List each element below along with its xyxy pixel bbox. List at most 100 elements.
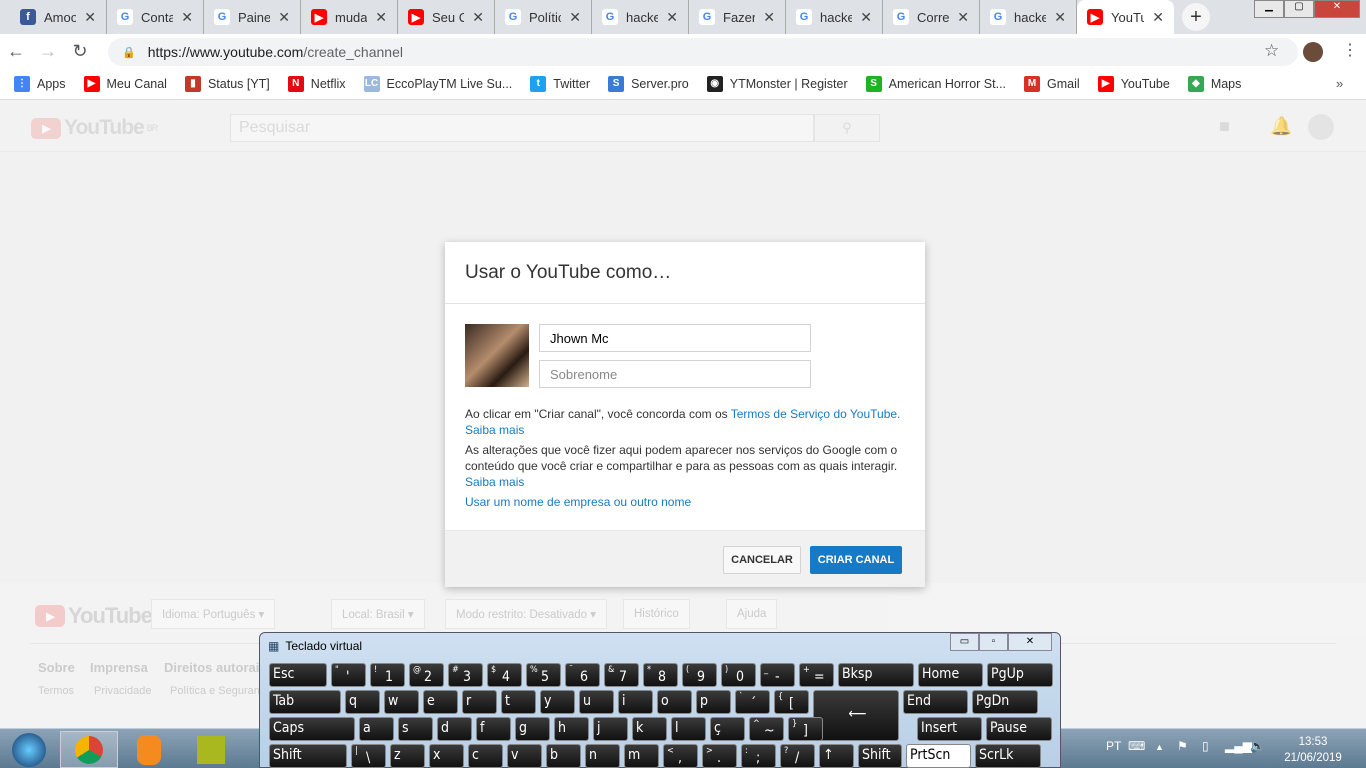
history-button[interactable]: Histórico <box>623 599 690 629</box>
key-2[interactable]: @2 <box>409 663 444 687</box>
close-tab-icon[interactable]: ✕ <box>1054 9 1066 26</box>
browser-tab[interactable]: ▶ Seu Ca ✕ <box>398 0 495 34</box>
close-tab-icon[interactable]: ✕ <box>472 9 484 26</box>
key-;[interactable]: :; <box>741 744 776 768</box>
key-k[interactable]: k <box>632 717 667 741</box>
notifications-icon[interactable]: 🔔 <box>1270 116 1292 137</box>
key-e[interactable]: e <box>423 690 458 714</box>
chrome-taskbar-icon[interactable] <box>60 731 118 768</box>
key-PgDn[interactable]: PgDn <box>972 690 1038 714</box>
close-tab-icon[interactable]: ✕ <box>666 9 678 26</box>
bookmark-item[interactable]: ◆ Maps <box>1187 75 1241 92</box>
browser-tab[interactable]: ▶ YouTu ✕ <box>1077 0 1174 34</box>
key-f[interactable]: f <box>476 717 511 741</box>
help-button[interactable]: Ajuda <box>726 599 778 629</box>
browser-tab[interactable]: G Conta ✕ <box>107 0 204 34</box>
learn-more-link[interactable]: Saiba mais <box>465 475 524 489</box>
browser-tab[interactable]: G Polític ✕ <box>495 0 592 34</box>
learn-more-link[interactable]: Saiba mais <box>465 423 524 437</box>
close-button[interactable]: ✕ <box>1008 633 1052 651</box>
key-↑[interactable]: ↑ <box>819 744 854 768</box>
key-PrtScn[interactable]: PrtScn <box>906 744 971 768</box>
minimize-button[interactable]: ▭ <box>950 633 979 651</box>
footer-link[interactable]: Política e Seguran <box>170 685 260 697</box>
key-3[interactable]: #3 <box>448 663 483 687</box>
key-w[interactable]: w <box>384 690 419 714</box>
language-indicator[interactable]: PT <box>1106 739 1121 753</box>
key-Home[interactable]: Home <box>918 663 983 687</box>
first-name-input[interactable]: Jhown Mc <box>539 324 811 352</box>
footer-link[interactable]: Termos <box>38 685 74 697</box>
key-ScrLk[interactable]: ScrLk <box>975 744 1041 768</box>
key-o[interactable]: o <box>657 690 692 714</box>
restricted-mode-button[interactable]: Modo restrito: Desativado ▾ <box>445 599 607 629</box>
key-p[interactable]: p <box>696 690 731 714</box>
account-avatar[interactable] <box>1308 114 1334 140</box>
key-c[interactable]: c <box>468 744 503 768</box>
browser-tab[interactable]: Ghacke ✕ <box>786 0 883 34</box>
create-channel-button[interactable]: CRIAR CANAL <box>810 546 902 574</box>
bookmark-item[interactable]: ⋮ Apps <box>14 75 66 92</box>
key-z[interactable]: z <box>390 744 425 768</box>
browser-tab[interactable]: ▶ mudar ✕ <box>301 0 398 34</box>
key-1[interactable]: ! 1 <box>370 663 405 687</box>
youtube-logo[interactable]: ▶ YouTube BR <box>31 116 158 140</box>
search-button[interactable]: ⚲ <box>814 114 880 142</box>
key-][interactable]: }] <box>788 717 823 741</box>
close-tab-icon[interactable]: ✕ <box>860 9 872 26</box>
back-icon[interactable]: ← <box>0 41 32 62</box>
key-d[interactable]: d <box>437 717 472 741</box>
close-tab-icon[interactable]: ✕ <box>957 9 969 26</box>
bookmark-item[interactable]: ▶ YouTube <box>1097 75 1170 92</box>
key-v[interactable]: v <box>507 744 542 768</box>
key-b[interactable]: b <box>546 744 581 768</box>
key-x[interactable]: x <box>429 744 464 768</box>
key-Tab[interactable]: Tab <box>269 690 341 714</box>
key-m[interactable]: m <box>624 744 659 768</box>
key-.[interactable]: >. <box>702 744 737 768</box>
key-=[interactable]: + = <box>799 663 834 687</box>
bookmark-item[interactable]: ▶ Meu Canal <box>83 75 167 92</box>
key-Bksp[interactable]: Bksp <box>838 663 914 687</box>
key-s[interactable]: s <box>398 717 433 741</box>
bookmark-item[interactable]: M Gmail <box>1024 75 1080 92</box>
key-h[interactable]: h <box>554 717 589 741</box>
minecraft-taskbar-icon[interactable] <box>182 731 240 768</box>
forward-icon[interactable]: → <box>32 41 64 62</box>
close-tab-icon[interactable]: ✕ <box>763 9 775 26</box>
bookmark-item[interactable]: N Netflix <box>287 75 346 92</box>
key-~[interactable]: ^ ~ <box>749 717 784 741</box>
location-button[interactable]: Local: Brasil ▾ <box>331 599 425 629</box>
start-button[interactable] <box>0 731 58 768</box>
key-enter[interactable]: ⟵ <box>813 690 899 741</box>
key-Shift[interactable]: Shift <box>858 744 902 768</box>
power-icon[interactable]: ▯ <box>1202 739 1209 753</box>
url-input[interactable]: 🔒 https://www.youtube.com/create_channel <box>108 38 1298 66</box>
more-bookmarks-icon[interactable]: » <box>1336 76 1343 91</box>
key-a[interactable]: a <box>359 717 394 741</box>
close-tab-icon[interactable]: ✕ <box>278 9 290 26</box>
key-,[interactable]: <, <box>663 744 698 768</box>
key-u[interactable]: u <box>579 690 614 714</box>
key-4[interactable]: $4 <box>487 663 522 687</box>
minimize-button[interactable]: ▁ <box>1254 0 1284 18</box>
search-input[interactable]: Pesquisar <box>230 114 814 142</box>
key-l[interactable]: l <box>671 717 706 741</box>
key-PgUp[interactable]: PgUp <box>987 663 1053 687</box>
key-7[interactable]: & 7 <box>604 663 639 687</box>
key-g[interactable]: g <box>515 717 550 741</box>
key-'[interactable]: " ' <box>331 663 366 687</box>
key-End[interactable]: End <box>903 690 968 714</box>
key-y[interactable]: y <box>540 690 575 714</box>
key-Esc[interactable]: Esc <box>269 663 327 687</box>
bookmark-star-icon[interactable]: ☆ <box>1264 41 1279 61</box>
browser-tab[interactable]: G Painel ✕ <box>204 0 301 34</box>
bookmark-item[interactable]: ◉ YTMonster | Register <box>706 75 848 92</box>
browser-tab[interactable]: Ghacke ✕ <box>980 0 1077 34</box>
cancel-button[interactable]: CANCELAR <box>723 546 801 574</box>
browser-tab[interactable]: f Amoo ✕ <box>10 0 107 34</box>
maximize-button[interactable]: ▢ <box>1284 0 1314 18</box>
bookmark-item[interactable]: t Twitter <box>530 75 590 92</box>
bookmark-item[interactable]: LC EccoPlayTM Live Su... <box>363 75 512 92</box>
key--[interactable]: _ - <box>760 663 795 687</box>
